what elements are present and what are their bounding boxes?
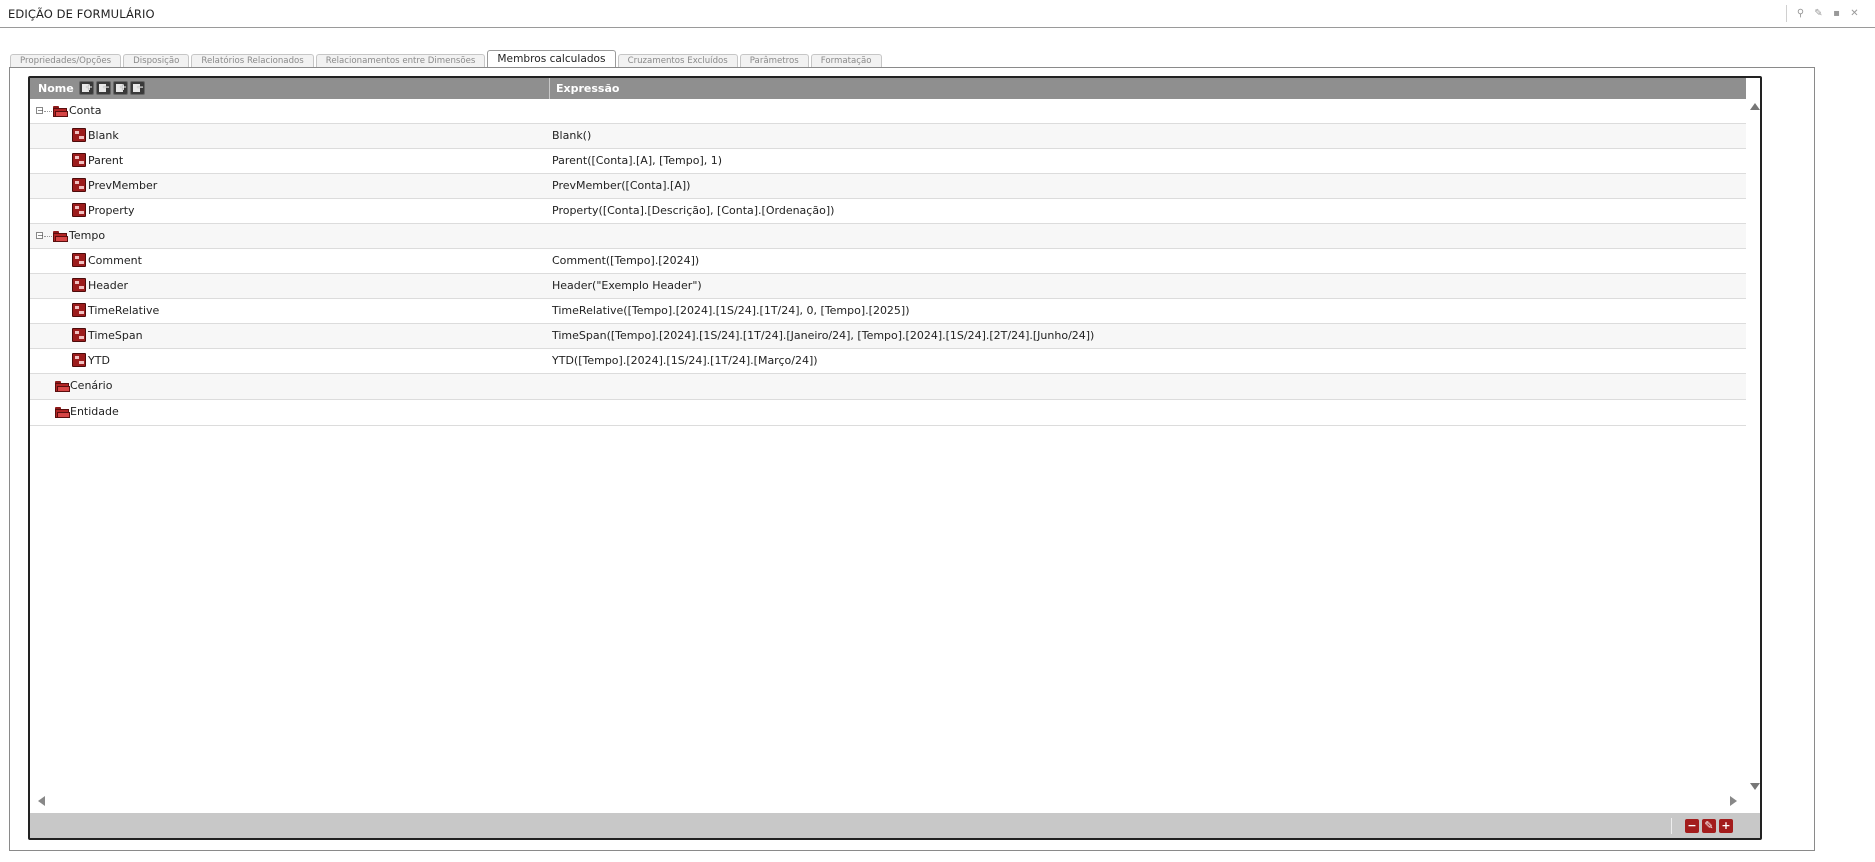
tree-group-row[interactable]: − Tempo: [30, 224, 1746, 249]
member-expression: Parent([Conta].[A], [Tempo], 1): [552, 154, 723, 167]
table-row[interactable]: PrevMember PrevMember([Conta].[A]): [30, 174, 1746, 199]
calculated-member-icon: [72, 303, 86, 317]
table-row[interactable]: Header Header("Exemplo Header"): [30, 274, 1746, 299]
tab-disposicao[interactable]: Disposição: [123, 54, 190, 68]
scroll-up-arrow-icon[interactable]: [1750, 103, 1760, 110]
group-name: Tempo: [69, 229, 106, 242]
calculated-member-icon: [72, 328, 86, 342]
collapse-icon[interactable]: −: [130, 81, 145, 95]
folder-icon: [53, 231, 68, 242]
title-bar: EDIÇÃO DE FORMULÁRIO ⚲ ✎ ▪ ✕: [0, 0, 1875, 28]
add-icon[interactable]: +: [79, 81, 94, 95]
calculated-member-icon: [72, 353, 86, 367]
tab-formatacao[interactable]: Formatação: [810, 54, 882, 68]
column-header-expression[interactable]: Expressão: [556, 82, 619, 95]
tab-cruzamentos-excluidos[interactable]: Cruzamentos Excluídos: [617, 54, 738, 68]
table-row[interactable]: Property Property([Conta].[Descrição], […: [30, 199, 1746, 224]
calculated-member-icon: [72, 203, 86, 217]
member-expression: TimeSpan([Tempo].[2024].[1S/24].[1T/24].…: [552, 329, 1095, 342]
grid-rows: − Conta Blank Blank() Parent Parent([Con…: [30, 99, 1746, 426]
member-expression: PrevMember([Conta].[A]): [552, 179, 691, 192]
group-name: Cenário: [70, 379, 113, 392]
collapse-toggle-icon[interactable]: −: [36, 107, 44, 115]
member-expression: Header("Exemplo Header"): [552, 279, 702, 292]
grid-header: Nome + − + − Expressão: [30, 78, 1746, 99]
tree-group-row[interactable]: Entidade: [30, 400, 1746, 426]
expand-icon[interactable]: +: [113, 81, 128, 95]
member-expression: YTD([Tempo].[2024].[1S/24].[1T/24].[Març…: [552, 354, 818, 367]
collapse-badge: −: [136, 83, 144, 93]
calculated-member-icon: [72, 278, 86, 292]
folder-icon: [55, 407, 70, 418]
folder-icon: [53, 106, 68, 117]
tab-propriedades-opcoes[interactable]: Propriedades/Opções: [10, 54, 122, 68]
tree-group-row[interactable]: Cenário: [30, 374, 1746, 400]
folder-icon: [55, 381, 70, 392]
title-separator: [1786, 5, 1787, 22]
member-name: Parent: [88, 154, 124, 167]
member-name: Header: [88, 279, 129, 292]
member-name: YTD: [88, 354, 110, 367]
member-name: Blank: [88, 129, 119, 142]
save-icon[interactable]: ▪: [1830, 7, 1843, 20]
group-name: Entidade: [70, 405, 119, 418]
add-badge: +: [85, 83, 93, 93]
tree-line: [44, 236, 52, 237]
table-row[interactable]: TimeRelative TimeRelative([Tempo].[2024]…: [30, 299, 1746, 324]
tab-relacionamentos-dimensoes[interactable]: Relacionamentos entre Dimensões: [315, 54, 486, 68]
table-row[interactable]: TimeSpan TimeSpan([Tempo].[2024].[1S/24]…: [30, 324, 1746, 349]
remove-badge: −: [102, 83, 110, 93]
window-title: EDIÇÃO DE FORMULÁRIO: [8, 7, 155, 21]
member-name: TimeRelative: [88, 304, 160, 317]
member-name: Property: [88, 204, 135, 217]
calculated-members-grid: Nome + − + − Expressão − Conta Blank Bla…: [28, 76, 1762, 840]
calculated-member-icon: [72, 253, 86, 267]
member-name: TimeSpan: [88, 329, 143, 342]
tree-line: [44, 111, 52, 112]
add-button[interactable]: +: [1719, 819, 1733, 833]
member-expression: TimeRelative([Tempo].[2024].[1S/24].[1T/…: [552, 304, 910, 317]
tab-bar: Propriedades/Opções Disposição Relatório…: [10, 50, 882, 69]
expand-badge: +: [119, 83, 127, 93]
remove-button[interactable]: −: [1685, 819, 1699, 833]
table-row[interactable]: YTD YTD([Tempo].[2024].[1S/24].[1T/24].[…: [30, 349, 1746, 374]
edit-button[interactable]: ✎: [1702, 819, 1716, 833]
header-toolbar: + − + −: [79, 81, 145, 95]
remove-icon[interactable]: −: [96, 81, 111, 95]
footer-toolbar: − ✎ +: [1685, 819, 1733, 833]
footer-separator: [1671, 818, 1672, 834]
edit-icon[interactable]: ✎: [1812, 7, 1825, 20]
table-row[interactable]: Parent Parent([Conta].[A], [Tempo], 1): [30, 149, 1746, 174]
calculated-member-icon: [72, 128, 86, 142]
window-controls: ⚲ ✎ ▪ ✕: [1794, 7, 1861, 20]
collapse-toggle-icon[interactable]: −: [36, 232, 44, 240]
scroll-down-arrow-icon[interactable]: [1750, 783, 1760, 790]
calculated-member-icon: [72, 153, 86, 167]
group-name: Conta: [69, 104, 102, 117]
member-name: Comment: [88, 254, 142, 267]
search-icon[interactable]: ⚲: [1794, 7, 1807, 20]
member-expression: Blank(): [552, 129, 592, 142]
member-expression: Property([Conta].[Descrição], [Conta].[O…: [552, 204, 835, 217]
table-row[interactable]: Blank Blank(): [30, 124, 1746, 149]
member-expression: Comment([Tempo].[2024]): [552, 254, 700, 267]
column-header-name[interactable]: Nome: [38, 82, 74, 95]
close-icon[interactable]: ✕: [1848, 7, 1861, 20]
member-name: PrevMember: [88, 179, 158, 192]
scroll-right-arrow-icon[interactable]: [1730, 796, 1737, 806]
tab-relatorios-relacionados[interactable]: Relatórios Relacionados: [191, 54, 314, 68]
tree-group-row[interactable]: − Conta: [30, 99, 1746, 124]
tab-parametros[interactable]: Parâmetros: [739, 54, 809, 68]
grid-footer: − ✎ +: [30, 813, 1760, 838]
calculated-member-icon: [72, 178, 86, 192]
table-row[interactable]: Comment Comment([Tempo].[2024]): [30, 249, 1746, 274]
scroll-left-arrow-icon[interactable]: [38, 796, 45, 806]
column-resize-handle[interactable]: [549, 78, 550, 99]
